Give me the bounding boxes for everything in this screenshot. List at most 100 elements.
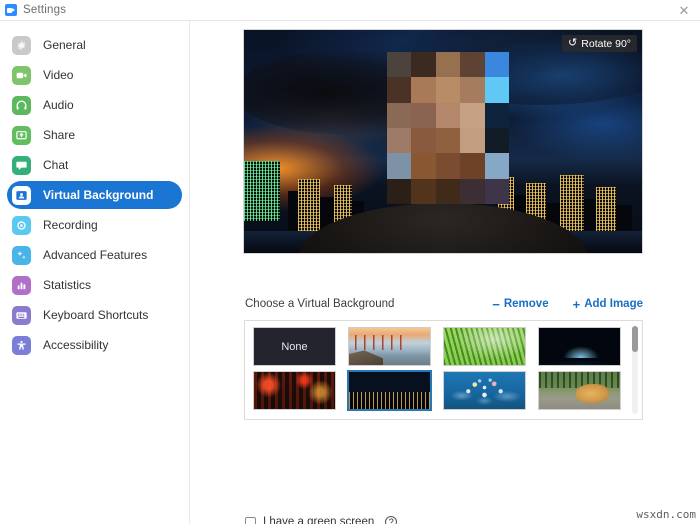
- green-screen-label: I have a green screen: [263, 516, 375, 524]
- sidebar-item-label: Advanced Features: [43, 248, 148, 262]
- gear-icon: [12, 35, 31, 55]
- headphones-icon: [12, 95, 31, 115]
- face-pixel: [411, 102, 436, 128]
- face-pixel: [411, 52, 436, 78]
- sidebar-item-label: Chat: [43, 158, 69, 172]
- thumbnail-image: [254, 372, 335, 409]
- sidebar-item-statistics[interactable]: Statistics: [7, 271, 182, 299]
- sidebar-item-keyboard-shortcuts[interactable]: Keyboard Shortcuts: [7, 301, 182, 329]
- sidebar-item-share[interactable]: Share: [7, 121, 182, 149]
- accessibility-icon: [12, 335, 31, 355]
- face-pixel: [435, 153, 461, 179]
- background-actions: − Remove + Add Image: [492, 298, 643, 311]
- sidebar-item-label: General: [43, 38, 86, 52]
- sidebar-item-accessibility[interactable]: Accessibility: [7, 331, 182, 359]
- background-thumbnail-grid: None: [253, 327, 634, 411]
- face-pixel: [460, 153, 485, 179]
- close-icon[interactable]: ✕: [676, 3, 692, 19]
- plus-icon: +: [572, 296, 581, 312]
- background-thumbnail-green-grass[interactable]: [443, 327, 526, 366]
- face-pixel: [435, 128, 461, 154]
- sidebar-item-advanced-features[interactable]: Advanced Features: [7, 241, 182, 269]
- face-pixel: [387, 178, 412, 204]
- sidebar-item-label: Audio: [43, 98, 74, 112]
- scrollbar-thumb[interactable]: [632, 326, 638, 352]
- sparkle-icon: [12, 245, 31, 265]
- choose-background-row: Choose a Virtual Background − Remove + A…: [245, 295, 643, 313]
- sidebar-item-label: Video: [43, 68, 74, 82]
- minus-icon: −: [492, 296, 500, 312]
- sidebar-item-label: Virtual Background: [43, 188, 154, 202]
- add-image-button[interactable]: + Add Image: [573, 298, 643, 311]
- title-bar: Settings ✕: [0, 0, 700, 21]
- video-preview: ↻ Rotate 90°: [243, 29, 643, 254]
- sidebar-item-recording[interactable]: Recording: [7, 211, 182, 239]
- thumbnail-scrollbar[interactable]: [632, 326, 638, 414]
- sidebar-item-video[interactable]: Video: [7, 61, 182, 89]
- face-pixel: [387, 153, 412, 179]
- thumbnail-image: [539, 328, 620, 365]
- face-pixel: [460, 77, 485, 103]
- rotate-90-button[interactable]: ↻ Rotate 90°: [562, 35, 637, 52]
- video-camera-icon: [12, 65, 31, 85]
- face-pixel: [387, 102, 412, 128]
- sidebar-item-audio[interactable]: Audio: [7, 91, 182, 119]
- thumbnail-label: None: [281, 340, 308, 353]
- background-thumbnail-earth-from-space[interactable]: [538, 327, 621, 366]
- face-pixel: [435, 102, 461, 128]
- thumbnail-image: [349, 328, 430, 365]
- background-thumbnail-panel: None: [244, 320, 643, 420]
- sidebar-item-chat[interactable]: Chat: [7, 151, 182, 179]
- remove-label: Remove: [503, 298, 549, 310]
- face-pixel: [460, 128, 485, 154]
- sidebar-item-label: Recording: [43, 218, 98, 232]
- green-screen-row: I have a green screen ?: [245, 516, 398, 524]
- rotate-icon: ↻: [568, 37, 578, 49]
- share-screen-icon: [12, 125, 31, 145]
- face-pixel: [411, 77, 436, 103]
- face-pixel: [484, 178, 509, 204]
- face-pixel: [387, 77, 412, 103]
- thumbnail-image: [349, 372, 430, 409]
- person-card-icon: [12, 185, 31, 205]
- sidebar-item-label: Statistics: [43, 278, 92, 292]
- thumbnail-image: [444, 372, 525, 409]
- sidebar-item-virtual-background[interactable]: Virtual Background: [7, 181, 182, 209]
- window-title: Settings: [23, 4, 67, 16]
- background-thumbnail-night-street[interactable]: [253, 371, 336, 410]
- green-screen-checkbox[interactable]: [245, 516, 256, 524]
- choose-background-label: Choose a Virtual Background: [245, 298, 395, 310]
- face-pixel: [411, 128, 436, 154]
- face-pixel: [484, 52, 509, 78]
- sidebar-item-general[interactable]: General: [7, 31, 182, 59]
- thumbnail-image: [539, 372, 620, 409]
- thumbnail-image: [444, 328, 525, 365]
- background-thumbnail-night-city-skyline[interactable]: [347, 370, 432, 411]
- rotate-label: Rotate 90°: [581, 37, 631, 50]
- sidebar: General Video Audio Share Chat Virtual B…: [0, 21, 190, 524]
- face-pixel: [484, 128, 509, 154]
- background-thumbnail-dog-on-grass[interactable]: [538, 371, 621, 410]
- add-image-label: Add Image: [584, 298, 643, 310]
- face-pixel: [387, 52, 412, 78]
- face-pixel: [411, 153, 436, 179]
- face-pixel: [484, 77, 509, 103]
- settings-window: Settings ✕ General Video Audio Share Cha…: [0, 0, 700, 524]
- keyboard-icon: [12, 305, 31, 325]
- main-panel: ↻ Rotate 90° Choose a Virtual Background…: [191, 21, 700, 524]
- face-pixel: [435, 77, 461, 103]
- background-thumbnail-golden-gate-bridge[interactable]: [348, 327, 431, 366]
- zoom-logo-icon: [5, 4, 17, 16]
- record-circle-icon: [12, 215, 31, 235]
- pixelated-face: [387, 52, 509, 204]
- bar-chart-icon: [12, 275, 31, 295]
- background-thumbnail-world-network-map[interactable]: [443, 371, 526, 410]
- chat-bubble-icon: [12, 155, 31, 175]
- background-thumbnail-none[interactable]: None: [253, 327, 336, 366]
- face-pixel: [435, 178, 461, 204]
- face-pixel: [387, 128, 412, 154]
- watermark: wsxdn.com: [636, 508, 696, 521]
- sidebar-item-label: Accessibility: [43, 338, 109, 352]
- remove-button[interactable]: − Remove: [492, 298, 548, 311]
- help-icon[interactable]: ?: [385, 516, 398, 524]
